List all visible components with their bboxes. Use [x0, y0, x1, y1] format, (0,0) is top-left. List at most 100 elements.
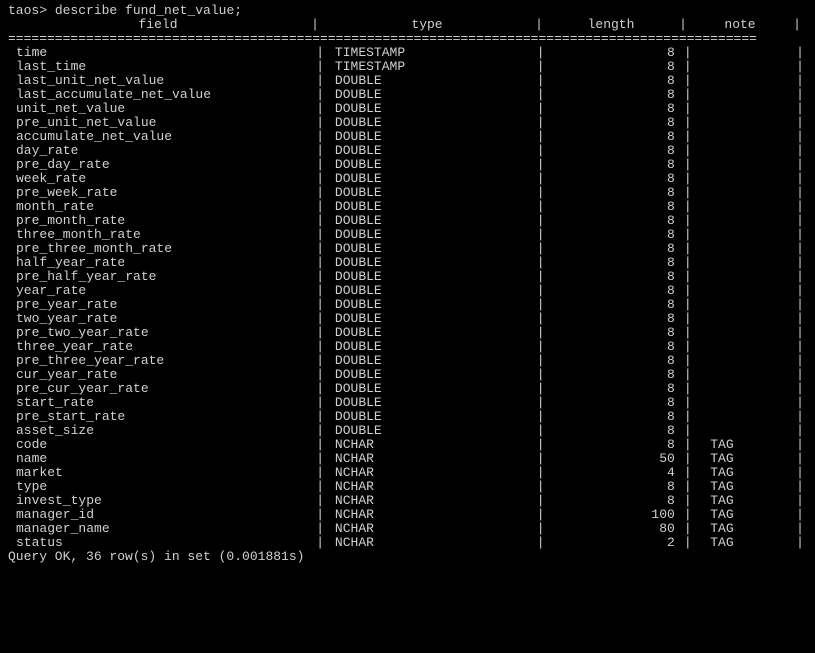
cell-note [695, 130, 793, 144]
cell-length: 8 [548, 144, 681, 158]
cell-type: DOUBLE [327, 424, 534, 438]
column-separator: | [793, 480, 807, 494]
column-separator: | [534, 102, 548, 116]
column-separator: | [793, 116, 807, 130]
column-separator: | [534, 60, 548, 74]
cell-note [695, 200, 793, 214]
table-row: pre_week_rate| DOUBLE|8|| [8, 186, 807, 200]
table-row: invest_type| NCHAR|8| TAG| [8, 494, 807, 508]
cell-note: TAG [695, 522, 793, 536]
column-separator: | [793, 340, 807, 354]
column-separator: | [793, 270, 807, 284]
table-row: accumulate_net_value| DOUBLE|8|| [8, 130, 807, 144]
column-separator: | [793, 354, 807, 368]
prompt-line[interactable]: taos> describe fund_net_value; [8, 4, 807, 18]
column-separator: | [534, 424, 548, 438]
column-separator: | [681, 494, 695, 508]
column-separator: | [681, 480, 695, 494]
column-separator: | [681, 368, 695, 382]
column-separator: | [793, 466, 807, 480]
cell-type: NCHAR [327, 438, 534, 452]
column-separator: | [313, 396, 327, 410]
column-separator: | [681, 88, 695, 102]
table-row: three_month_rate| DOUBLE|8|| [8, 228, 807, 242]
column-separator: | [313, 74, 327, 88]
column-separator: | [313, 536, 327, 550]
cell-type: DOUBLE [327, 354, 534, 368]
column-separator: | [681, 382, 695, 396]
column-separator: | [534, 144, 548, 158]
column-separator: | [534, 410, 548, 424]
table-row: pre_two_year_rate| DOUBLE|8|| [8, 326, 807, 340]
cell-field: pre_three_month_rate [8, 242, 313, 256]
column-separator: | [793, 368, 807, 382]
column-separator: | [534, 536, 548, 550]
cell-type: NCHAR [327, 536, 534, 550]
table-row: manager_name| NCHAR|80| TAG| [8, 522, 807, 536]
column-separator: | [534, 88, 548, 102]
table-row: week_rate| DOUBLE|8|| [8, 172, 807, 186]
column-separator: | [681, 508, 695, 522]
cell-field: pre_month_rate [8, 214, 313, 228]
cell-note [695, 46, 793, 60]
cell-note [695, 382, 793, 396]
cell-length: 100 [548, 508, 681, 522]
column-separator: | [681, 102, 695, 116]
cell-note: TAG [695, 480, 793, 494]
cell-type: DOUBLE [327, 256, 534, 270]
cell-length: 80 [548, 522, 681, 536]
header-type: type [322, 18, 532, 32]
column-separator: | [534, 74, 548, 88]
cell-note [695, 172, 793, 186]
cell-type: DOUBLE [327, 382, 534, 396]
column-separator: | [793, 452, 807, 466]
cell-note [695, 284, 793, 298]
cell-field: month_rate [8, 200, 313, 214]
cell-field: pre_half_year_rate [8, 270, 313, 284]
cell-type: DOUBLE [327, 410, 534, 424]
table-row: name| NCHAR|50| TAG| [8, 452, 807, 466]
column-separator: | [681, 312, 695, 326]
cell-type: DOUBLE [327, 312, 534, 326]
divider-line: ========================================… [8, 32, 807, 46]
column-separator: | [793, 298, 807, 312]
table-row: three_year_rate| DOUBLE|8|| [8, 340, 807, 354]
table-row: status| NCHAR|2| TAG| [8, 536, 807, 550]
cell-note [695, 354, 793, 368]
column-separator: | [534, 522, 548, 536]
table-row: cur_year_rate| DOUBLE|8|| [8, 368, 807, 382]
column-separator: | [534, 256, 548, 270]
column-separator: | [313, 494, 327, 508]
cell-type: DOUBLE [327, 270, 534, 284]
cell-field: cur_year_rate [8, 368, 313, 382]
cell-type: DOUBLE [327, 200, 534, 214]
column-separator: | [534, 452, 548, 466]
column-separator: | [534, 438, 548, 452]
cell-length: 8 [548, 326, 681, 340]
column-separator: | [313, 284, 327, 298]
column-separator: | [681, 74, 695, 88]
cell-field: pre_day_rate [8, 158, 313, 172]
column-separator: | [681, 144, 695, 158]
column-separator: | [534, 214, 548, 228]
cell-type: DOUBLE [327, 396, 534, 410]
column-separator: | [681, 438, 695, 452]
column-separator: | [681, 326, 695, 340]
table-row: pre_start_rate| DOUBLE|8|| [8, 410, 807, 424]
column-separator: | [534, 298, 548, 312]
column-separator: | [793, 242, 807, 256]
table-row: asset_size| DOUBLE|8|| [8, 424, 807, 438]
cell-type: NCHAR [327, 452, 534, 466]
cell-note [695, 256, 793, 270]
column-separator: | [681, 228, 695, 242]
cell-field: accumulate_net_value [8, 130, 313, 144]
column-separator: | [308, 18, 322, 32]
column-separator: | [676, 18, 690, 32]
table-row: month_rate| DOUBLE|8|| [8, 200, 807, 214]
cell-note [695, 88, 793, 102]
column-separator: | [534, 312, 548, 326]
column-separator: | [534, 116, 548, 130]
cell-note [695, 424, 793, 438]
header-row: field | type | length | note | [8, 18, 804, 32]
column-separator: | [793, 312, 807, 326]
